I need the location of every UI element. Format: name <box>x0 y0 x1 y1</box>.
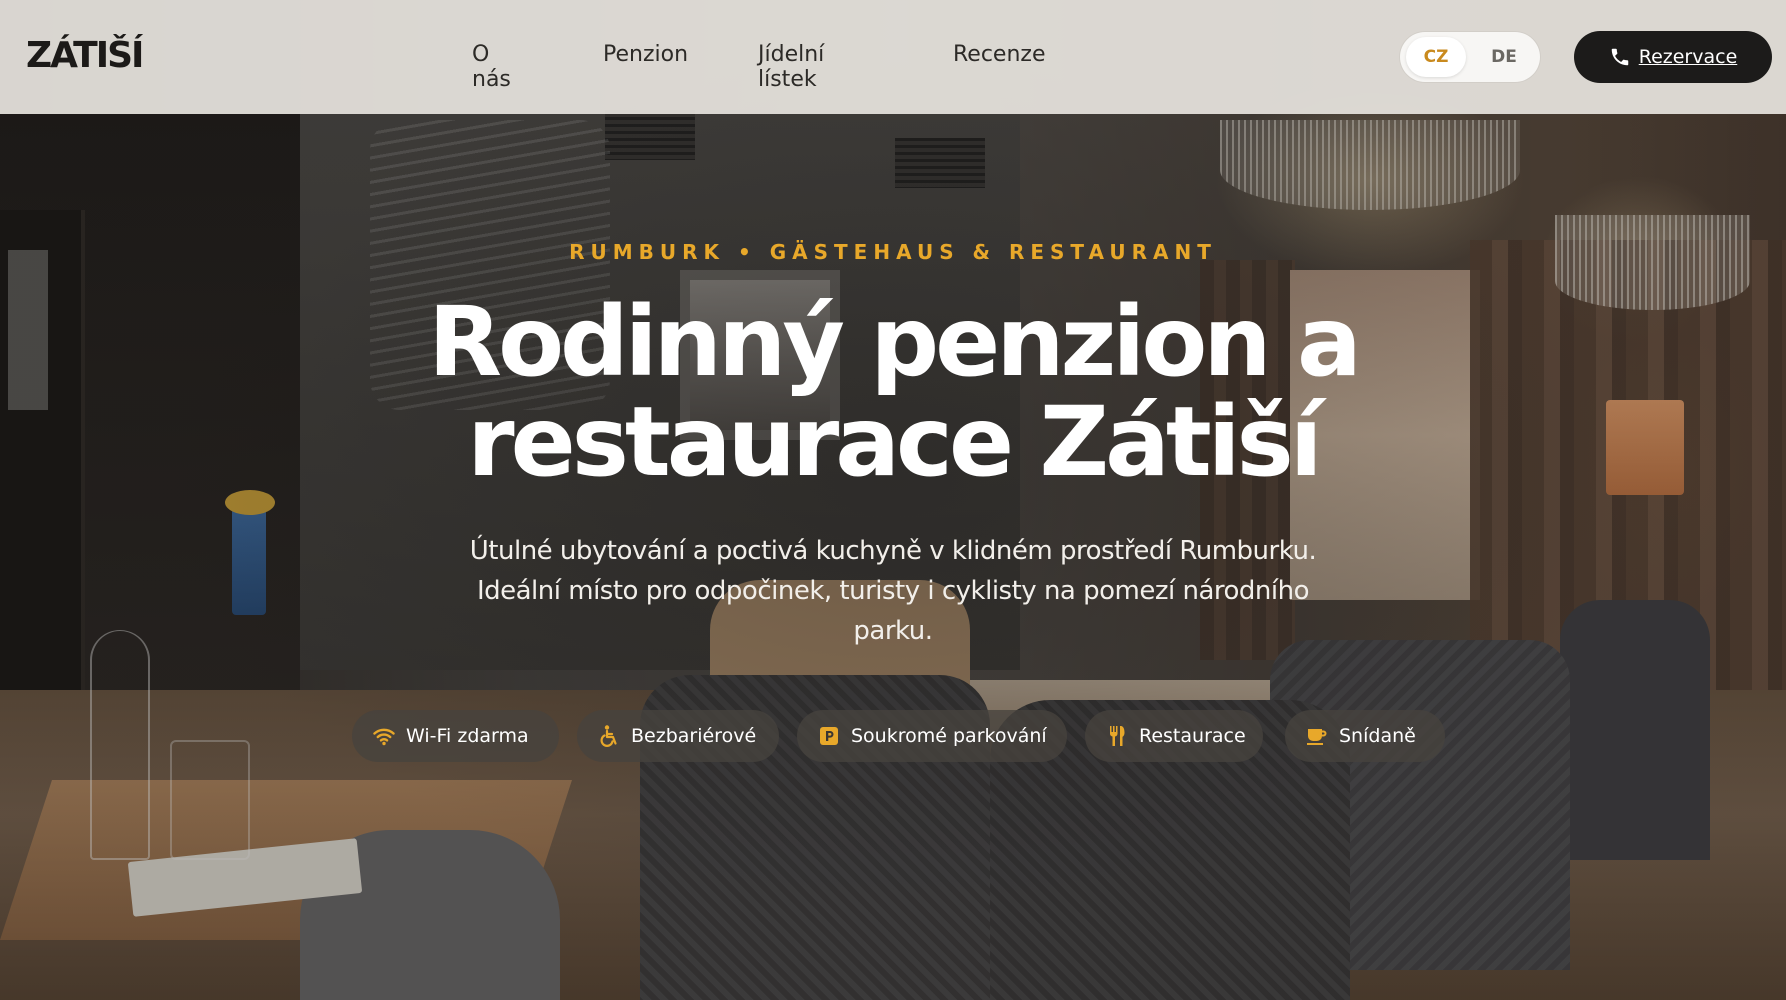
site-logo[interactable]: ZÁTIŠÍ <box>26 35 144 76</box>
wheelchair-icon <box>600 725 617 747</box>
hero-title: Rodinný penzion a restaurace Zátiší <box>0 292 1786 492</box>
language-option-de[interactable]: DE <box>1474 37 1534 77</box>
language-option-cz[interactable]: CZ <box>1406 37 1466 77</box>
wifi-icon <box>373 728 395 746</box>
amenity-label: Snídaně <box>1339 725 1416 747</box>
nav-item-reviews[interactable]: Recenze <box>953 42 1046 67</box>
reservation-button[interactable]: Rezervace <box>1574 31 1772 83</box>
nav-item-menu[interactable]: Jídelní lístek <box>758 42 824 92</box>
parking-icon <box>820 727 838 745</box>
amenity-chip-accessible: Bezbariérové <box>577 710 779 762</box>
language-switcher: CZ DE <box>1400 32 1540 82</box>
amenity-chip-wifi: Wi-Fi zdarma <box>352 710 559 762</box>
amenity-label: Wi-Fi zdarma <box>406 725 529 747</box>
amenity-label: Bezbariérové <box>631 725 757 747</box>
amenity-chip-restaurant: Restaurace <box>1085 710 1263 762</box>
hero-background-image <box>0 0 1786 1000</box>
hero-dark-overlay <box>0 0 1786 1000</box>
amenity-label: Soukromé parkování <box>851 725 1047 747</box>
nav-item-pension[interactable]: Penzion <box>603 42 688 67</box>
amenity-chip-breakfast: Snídaně <box>1285 710 1445 762</box>
nav-item-about[interactable]: O nás <box>472 42 511 92</box>
reservation-button-label: Rezervace <box>1638 46 1738 68</box>
coffee-icon <box>1307 729 1327 745</box>
amenities-list: Wi-Fi zdarma Bezbariérové Soukromé parko… <box>0 710 1786 762</box>
amenity-label: Restaurace <box>1139 725 1246 747</box>
utensils-icon <box>1109 726 1125 746</box>
hero-title-line-1: Rodinný penzion a <box>428 286 1362 398</box>
amenity-chip-parking: Soukromé parkování <box>797 710 1067 762</box>
site-header: ZÁTIŠÍ O nás Penzion Jídelní lístek Rece… <box>0 0 1786 114</box>
phone-icon <box>1611 48 1628 66</box>
hero-subtitle: Útulné ubytování a poctivá kuchyně v kli… <box>469 536 1317 646</box>
hero-title-line-2: restaurace Zátiší <box>467 386 1322 498</box>
hero-eyebrow: RUMBURK • GÄSTEHAUS & RESTAURANT <box>569 240 1217 264</box>
